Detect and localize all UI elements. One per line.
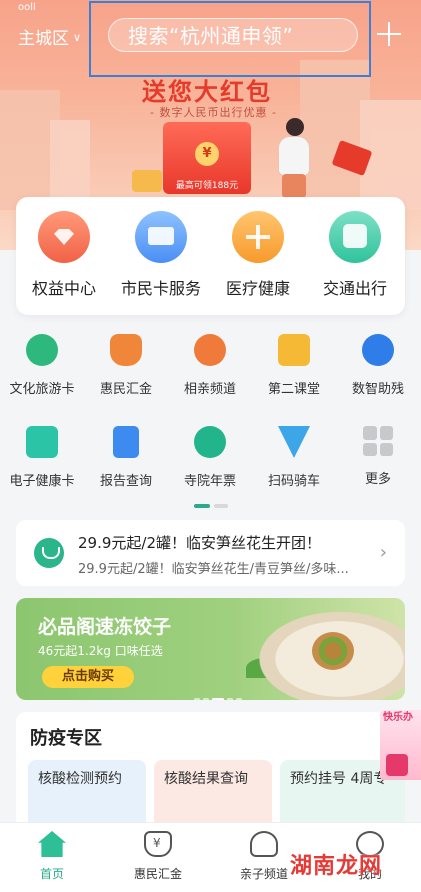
service-rights-center[interactable]: 权益中心 xyxy=(16,211,112,299)
app-label: 报告查询 xyxy=(99,474,152,489)
app-report-query[interactable]: 报告查询 xyxy=(86,426,166,489)
money-bag-icon xyxy=(144,831,172,857)
service-label: 交通出行 xyxy=(322,279,387,298)
tile-label: 核酸检测预约 xyxy=(38,771,122,787)
ticket-icon xyxy=(26,334,58,366)
service-label: 医疗健康 xyxy=(225,279,290,298)
buy-button[interactable]: 点击购买 xyxy=(42,666,134,688)
app-dating-channel[interactable]: 相亲频道 xyxy=(170,334,250,397)
search-highlight-frame xyxy=(89,1,371,77)
promo-title: 送您大红包 xyxy=(142,78,272,106)
more-grid-icon xyxy=(363,426,393,456)
red-envelope-illustration: ¥ 最高可领188元 xyxy=(163,122,251,194)
service-card: 权益中心 市民卡服务 医疗健康 交通出行 xyxy=(16,197,405,315)
health-card-icon xyxy=(26,426,58,458)
app-culture-tourism-card[interactable]: 文化旅游卡 xyxy=(2,334,82,397)
app-label: 数智助残 xyxy=(351,382,404,397)
chevron-down-icon: ∨ xyxy=(73,31,82,44)
city-label: 主城区 xyxy=(18,29,69,49)
card-icon xyxy=(135,211,187,263)
couple-icon xyxy=(194,334,226,366)
nav-label: 首页 xyxy=(39,867,64,881)
tile-label: 预约挂号 4周专 xyxy=(290,771,388,787)
home-icon xyxy=(38,831,66,857)
app-label: 电子健康卡 xyxy=(9,474,75,489)
floating-ad-text: 快乐办 xyxy=(383,712,413,723)
money-bag-icon xyxy=(110,334,142,366)
promo-subtitle: - 数字人民币出行优惠 - xyxy=(150,106,277,119)
heart-book-icon xyxy=(278,334,310,366)
app-label: 文化旅游卡 xyxy=(9,382,75,397)
report-icon xyxy=(113,426,139,458)
bike-scan-icon xyxy=(278,426,310,458)
service-medical[interactable]: 医疗健康 xyxy=(210,211,306,299)
tile-label: 核酸结果查询 xyxy=(164,771,248,787)
gift-icon xyxy=(386,754,408,776)
nav-label: 惠民汇金 xyxy=(133,867,182,881)
ad-subtitle: 46元起1.2kg 口味任选 xyxy=(38,644,163,658)
app-huimin-huijin[interactable]: 惠民汇金 xyxy=(86,334,166,397)
app-label: 更多 xyxy=(364,472,391,487)
ad-title: 必品阁速冻饺子 xyxy=(38,616,172,638)
family-icon xyxy=(250,831,278,857)
app-more[interactable]: 更多 xyxy=(338,426,418,487)
coin-stack-icon xyxy=(132,170,162,192)
group-buy-card[interactable]: 29.9元起/2罐！临安笋丝花生开团！ 29.9元起/2罐！临安笋丝花生/青豆笋… xyxy=(16,520,405,586)
bus-icon xyxy=(329,211,381,263)
app-label: 第二课堂 xyxy=(267,382,320,397)
app-temple-pass[interactable]: 寺院年票 xyxy=(170,426,250,489)
dumpling-ad-banner[interactable]: 必品阁速冻饺子 46元起1.2kg 口味任选 点击购买 xyxy=(16,598,405,700)
nav-huimin-huijin[interactable]: 惠民汇金 xyxy=(116,831,200,882)
app-disability-assist[interactable]: 数智助残 xyxy=(338,334,418,397)
promo-caption: 最高可领188元 xyxy=(175,181,239,191)
app-scan-bike[interactable]: 扫码骑车 xyxy=(254,426,334,489)
city-selector[interactable]: 主城区 ∨ xyxy=(18,24,81,49)
app-health-card[interactable]: 电子健康卡 xyxy=(2,426,82,489)
person-illustration xyxy=(268,118,318,198)
grid-page-indicator xyxy=(194,504,228,508)
service-label: 市民卡服务 xyxy=(120,279,201,298)
status-indicator: ooll xyxy=(18,2,36,13)
app-label: 扫码骑车 xyxy=(267,474,320,489)
app-label: 惠民汇金 xyxy=(99,382,152,397)
nav-home[interactable]: 首页 xyxy=(10,831,94,882)
dumpling-image xyxy=(246,604,405,700)
temple-icon xyxy=(194,426,226,458)
add-button[interactable] xyxy=(373,18,405,50)
app-label: 寺院年票 xyxy=(183,474,236,489)
watermark-text: 湖南龙网 xyxy=(290,854,383,879)
app-label: 相亲频道 xyxy=(183,382,236,397)
carousel-indicator xyxy=(194,686,245,700)
service-citizen-card[interactable]: 市民卡服务 xyxy=(113,211,209,299)
service-label: 权益中心 xyxy=(31,279,96,298)
accessibility-icon xyxy=(362,334,394,366)
smile-logo-icon xyxy=(34,538,64,568)
yuan-coin-icon: ¥ xyxy=(195,142,219,166)
floating-ad[interactable]: 快乐办 xyxy=(380,710,421,780)
group-buy-title: 29.9元起/2罐！临安笋丝花生开团！ xyxy=(78,534,321,552)
gem-icon xyxy=(38,211,90,263)
app-second-classroom[interactable]: 第二课堂 xyxy=(254,334,334,397)
service-transport[interactable]: 交通出行 xyxy=(307,211,403,299)
chevron-right-icon: › xyxy=(379,542,387,563)
medical-icon xyxy=(232,211,284,263)
section-title: 防疫专区 xyxy=(30,728,102,749)
group-buy-subtitle: 29.9元起/2罐！临安笋丝花生/青豆笋丝/多味... xyxy=(78,562,349,577)
